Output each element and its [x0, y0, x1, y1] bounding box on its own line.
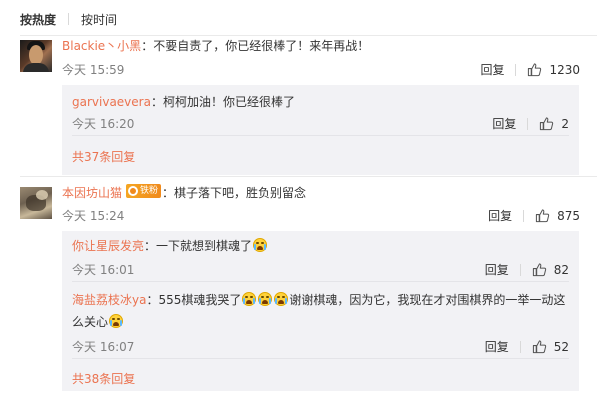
reply-button[interactable]: 回复 [485, 261, 509, 278]
reply-actions: 回复 2 [492, 115, 569, 132]
comment-text: 本因坊山猫 铁粉 ：棋子落下吧，胜负别留念 [62, 184, 306, 201]
reply-divider [72, 281, 569, 282]
like-button[interactable]: 2 [539, 116, 569, 131]
more-replies-link[interactable]: 共37条回复 [72, 148, 135, 165]
reply-button[interactable]: 回复 [488, 207, 512, 224]
like-button[interactable]: 875 [535, 208, 580, 223]
crying-face-emoji-icon [252, 237, 268, 253]
comment-username[interactable]: 本因坊山猫 [62, 186, 122, 200]
reply-body: ：柯柯加油！你已经很棒了 [150, 95, 295, 109]
reply-body: ：555棋魂我哭了 [146, 293, 242, 307]
comment-time: 今天 15:24 [62, 209, 125, 223]
crying-face-emoji-icon [241, 291, 257, 307]
comment-text: Blackie丶小黑：不要自责了，你已经很棒了！来年再战！ [62, 38, 369, 54]
sort-by-hot-tab[interactable]: 按热度 [20, 11, 56, 28]
reply-username[interactable]: garvivaevera [72, 95, 151, 109]
reply-divider [72, 358, 569, 359]
sort-bar: 按热度 按时间 [20, 11, 117, 27]
reply-text: garvivaevera：柯柯加油！你已经很棒了 [72, 94, 295, 110]
reply-text: 你让星辰发亮：一下就想到棋魂了 [72, 237, 268, 254]
like-count: 1230 [549, 62, 580, 77]
like-button[interactable]: 52 [532, 339, 569, 354]
thumbs-up-icon [532, 263, 546, 277]
thumbs-up-icon [535, 209, 550, 223]
thumbs-up-icon [540, 117, 554, 131]
reply-actions: 回复 82 [485, 261, 569, 278]
comment-divider [20, 176, 597, 177]
reply-divider [72, 135, 569, 136]
reply-body: ：一下就想到棋魂了 [144, 239, 253, 253]
action-separator [519, 263, 521, 276]
action-separator [515, 63, 517, 76]
comment-actions: 回复 875 [488, 207, 580, 224]
reply-time: 今天 16:07 [72, 340, 135, 354]
thumbs-up-icon [532, 340, 546, 354]
crying-face-emoji-icon [273, 291, 289, 307]
comment-item: 本因坊山猫 铁粉 ：棋子落下吧，胜负别留念 今天 15:24 回复 875 你让星辰… [20, 183, 597, 398]
reply-button[interactable]: 回复 [480, 61, 504, 78]
more-replies-link[interactable]: 共38条回复 [72, 370, 135, 387]
reply-body: 么关心 [72, 315, 109, 329]
avatar[interactable] [20, 40, 52, 72]
action-separator [519, 340, 521, 353]
comment-actions: 回复 1230 [480, 61, 580, 78]
reply-button[interactable]: 回复 [485, 338, 509, 355]
thumbs-up-icon [528, 63, 542, 77]
like-count: 52 [553, 339, 569, 354]
reply-body: 谢谢棋魂，因为它，我现在才对围棋界的一举一动这 [289, 293, 566, 307]
reply-username[interactable]: 你让星辰发亮 [72, 239, 144, 253]
reply-button[interactable]: 回复 [492, 115, 516, 132]
reply-time: 今天 16:20 [72, 117, 135, 131]
reply-time: 今天 16:01 [72, 263, 135, 277]
comment-body: ：不要自责了，你已经很棒了！来年再战！ [141, 39, 370, 53]
sort-separator [68, 13, 70, 25]
comment-item: Blackie丶小黑：不要自责了，你已经很棒了！来年再战！ 今天 15:59 回… [20, 37, 597, 177]
action-separator [527, 117, 529, 130]
reply-username[interactable]: 海盐荔枝冰ya [72, 293, 146, 307]
comment-time: 今天 15:59 [62, 63, 125, 77]
fan-badge-icon: 铁粉 [126, 184, 162, 198]
reply-list: 你让星辰发亮：一下就想到棋魂了 今天 16:01 回复 82 海盐荔枝冰ya：5… [62, 231, 579, 391]
avatar[interactable] [20, 187, 52, 219]
like-count: 875 [557, 208, 580, 223]
sort-by-time-tab[interactable]: 按时间 [81, 11, 117, 28]
crying-face-emoji-icon [257, 291, 273, 307]
comment-username[interactable]: Blackie丶小黑 [62, 39, 141, 53]
like-button[interactable]: 82 [532, 262, 569, 277]
crying-face-emoji-icon [108, 313, 124, 329]
comment-body: ：棋子落下吧，胜负别留念 [162, 186, 307, 200]
top-divider [20, 35, 597, 36]
action-separator [523, 209, 525, 222]
like-count: 82 [553, 262, 569, 277]
reply-actions: 回复 52 [485, 338, 569, 355]
like-count: 2 [561, 116, 569, 131]
like-button[interactable]: 1230 [527, 62, 580, 77]
reply-list: garvivaevera：柯柯加油！你已经很棒了 今天 16:20 回复 2 共… [62, 85, 579, 175]
reply-text: 海盐荔枝冰ya：555棋魂我哭了 谢谢棋魂，因为它，我现在才对围棋界的一举一动这么… [72, 289, 572, 333]
